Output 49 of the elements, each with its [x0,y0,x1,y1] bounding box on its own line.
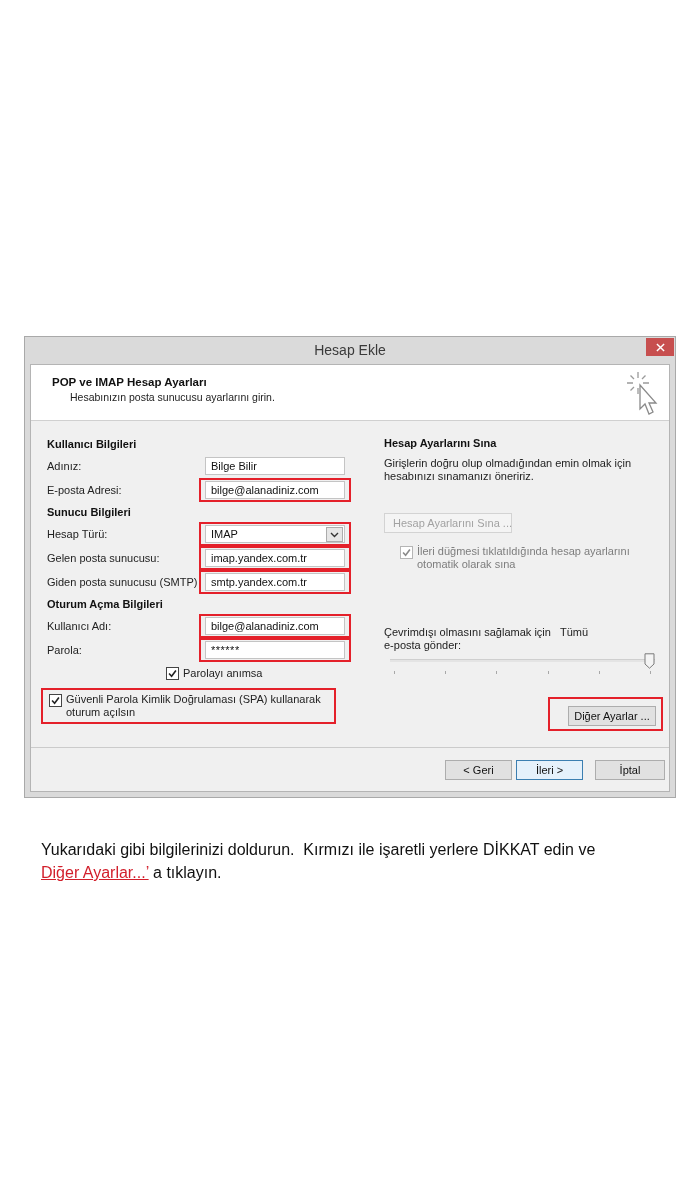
field-label: E-posta Adresi: [47,484,123,496]
slider-tick [547,671,549,674]
password-field[interactable]: ****** [205,641,345,659]
field-label: Hesap Türü: [47,528,109,540]
description-text: Girişlerin doğru olup olmadığından emin olmak için hesabınızı sınamanızı öneririz. [384,457,632,483]
group-heading: Hesap Ayarlarını Sına [384,436,497,451]
slider-tick [496,671,498,674]
check-icon [168,668,177,678]
window-title: Hesap Ekle [314,341,386,360]
checkbox[interactable] [49,694,62,707]
more-settings-button[interactable]: Diğer Ayarlar ... [568,706,656,726]
text-field[interactable]: bilge@alanadiniz.com [205,617,345,635]
dropdown[interactable]: IMAP [205,525,345,543]
slider-tick [445,671,447,674]
checkbox[interactable] [166,666,179,680]
field-label: Gelen posta sunucusu: [47,552,161,564]
checkbox-label: İleri düğmesi tıklatıldığında hesap ayarlarını otomatik olarak sına [417,545,631,571]
slider-value: Tümü [560,626,589,639]
close-icon [655,342,665,352]
text-field[interactable]: Bilge Bilir [205,457,345,475]
dialog-button[interactable]: İptal [595,759,665,780]
text-field[interactable]: bilge@alanadiniz.com [205,481,345,499]
slider-thumb[interactable] [644,653,655,669]
group-heading: Kullanıcı Bilgileri [47,437,138,452]
section-subtitle: Hesabınızın posta sunucusu ayarlarını girin. [69,391,275,404]
check-icon [402,548,411,557]
chevron-down-icon [326,526,343,542]
dialog-button[interactable]: < Geri [445,759,512,780]
check-icon [51,696,60,705]
checkbox-label: Güvenli Parola Kimlik Doğrulaması (SPA) kullanarak oturum açılsın [66,693,322,719]
checkbox-label: Parolayı anımsa [183,667,263,679]
cursor-click-icon [626,371,660,417]
close-button[interactable] [646,338,674,356]
field-label: Adınız: [47,460,83,472]
dialog-button[interactable]: İleri > [516,759,583,780]
slider-label: Çevrimdışı olmasını sağlamak için e-posta gönder: [384,626,552,652]
link[interactable]: Diğer Ayarlar...’ [41,864,149,881]
slider-tick [649,671,651,674]
text-field[interactable]: smtp.yandex.com.tr [205,573,345,591]
section-title: POP ve IMAP Hesap Ayarları [52,375,208,389]
slider-tick [394,671,395,674]
text-field[interactable]: imap.yandex.com.tr [205,549,345,567]
slider-tick [598,671,600,674]
field-label: Parola: [47,644,83,656]
field-label: Giden posta sunucusu (SMTP) [47,576,199,588]
instruction-text: Yukarıdaki gibi bilgilerinizi doldurun. Kırmızı ile işaretli yerlere DİKKAT edin ve Diğer Ayarlar...’ a tıklayın. [41,840,597,883]
field-label: Kullanıcı Adı: [47,620,113,632]
group-heading: Sunucu Bilgileri [47,505,132,520]
group-heading: Oturum Açma Bilgileri [47,597,164,612]
